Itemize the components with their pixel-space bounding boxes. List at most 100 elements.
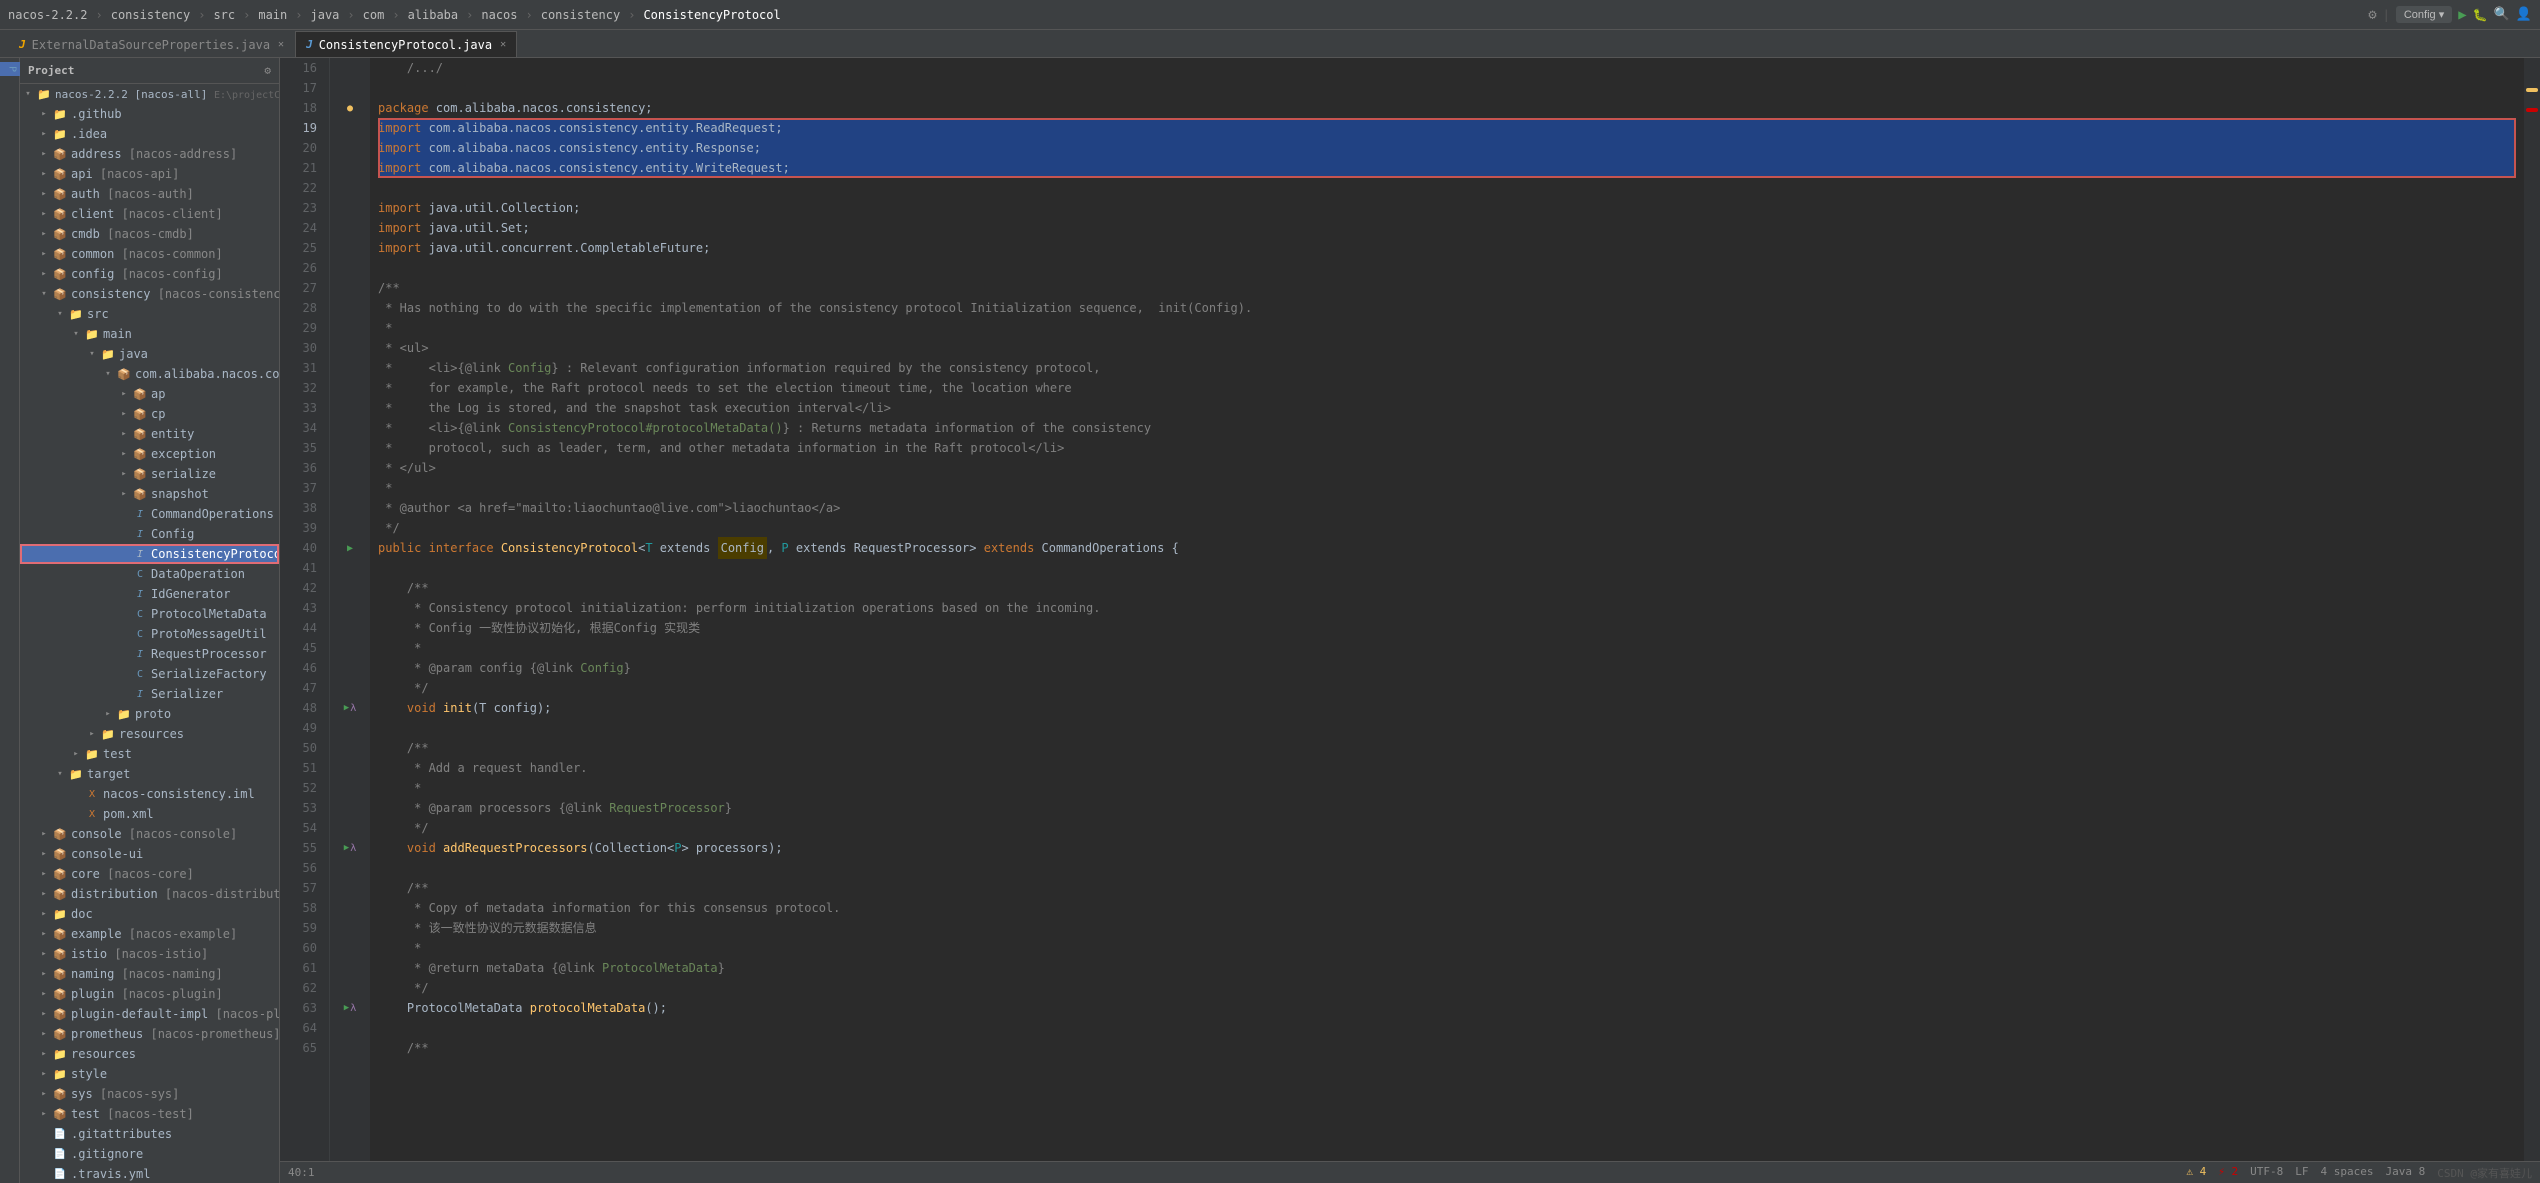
tree-item-target[interactable]: ▾ 📁 target — [20, 764, 279, 784]
tree-item-distribution[interactable]: ▸ 📦 distribution [nacos-distribution] — [20, 884, 279, 904]
tree-arrow-address: ▸ — [36, 146, 52, 162]
file-icon-gitattributes: 📄 — [52, 1126, 68, 1142]
tree-item-idgenerator[interactable]: ▸ I IdGenerator — [20, 584, 279, 604]
tree-arrow-consistency: ▾ — [36, 286, 52, 302]
config-button[interactable]: Config ▾ — [2396, 6, 2452, 23]
tree-item-dataoperation[interactable]: ▸ C DataOperation — [20, 564, 279, 584]
tree-item-console-ui[interactable]: ▸ 📦 console-ui — [20, 844, 279, 864]
gutter-63[interactable]: ▶ λ — [330, 998, 370, 1018]
tree-label-src: src — [84, 307, 279, 321]
line-num-26: 26 — [280, 258, 321, 278]
tree-item-proto[interactable]: ▸ 📁 proto — [20, 704, 279, 724]
folder-icon-main: 📁 — [84, 326, 100, 342]
tree-item-snapshot[interactable]: ▸ 📦 snapshot — [20, 484, 279, 504]
line-num-65: 65 — [280, 1038, 321, 1058]
tree-item-prometheus[interactable]: ▸ 📦 prometheus [nacos-prometheus] — [20, 1024, 279, 1044]
tree-label-style: style — [68, 1067, 279, 1081]
gutter-55[interactable]: ▶ λ — [330, 838, 370, 858]
gutter-36 — [330, 458, 370, 478]
debug-icon[interactable]: 🐛 — [2473, 8, 2488, 22]
gutter-53 — [330, 798, 370, 818]
tree-item-resources-main[interactable]: ▸ 📁 resources — [20, 724, 279, 744]
tree-item-config-class[interactable]: ▸ I Config — [20, 524, 279, 544]
settings-icon[interactable]: ⚙ — [2368, 7, 2376, 23]
indent-label: 4 spaces — [2321, 1165, 2374, 1181]
gutter-40[interactable]: ▶ — [330, 538, 370, 558]
line-num-41: 41 — [280, 558, 321, 578]
tree-item-test[interactable]: ▸ 📁 test — [20, 744, 279, 764]
folder-icon-ap: 📦 — [132, 386, 148, 402]
xml-icon-iml: X — [84, 786, 100, 802]
tree-item-doc[interactable]: ▸ 📁 doc — [20, 904, 279, 924]
tree-item-package[interactable]: ▾ 📦 com.alibaba.nacos.consistency — [20, 364, 279, 384]
tree-item-client[interactable]: ▸ 📦 client [nacos-client] — [20, 204, 279, 224]
user-icon[interactable]: 👤 — [2516, 7, 2532, 22]
panel-gear-icon[interactable]: ⚙ — [264, 64, 271, 77]
tree-item-exception[interactable]: ▸ 📦 exception — [20, 444, 279, 464]
tree-item-consistency-protocol[interactable]: ▸ I ConsistencyProtocol — [20, 544, 279, 564]
tree-item-api[interactable]: ▸ 📦 api [nacos-api] — [20, 164, 279, 184]
tree-item-travis[interactable]: ▸ 📄 .travis.yml — [20, 1164, 279, 1183]
tree-item-root[interactable]: ▾ 📁 nacos-2.2.2 [nacos-all] E:\projectCo… — [20, 84, 279, 104]
tree-item-iml[interactable]: ▸ X nacos-consistency.iml — [20, 784, 279, 804]
tree-item-sys[interactable]: ▸ 📦 sys [nacos-sys] — [20, 1084, 279, 1104]
code-content[interactable]: /.../ package com.alibaba.nacos.consiste… — [370, 58, 2524, 1161]
tree-item-protomessageutil[interactable]: ▸ C ProtoMessageUtil — [20, 624, 279, 644]
tab-close-active-icon[interactable]: ✕ — [500, 39, 506, 50]
tab-consistency-protocol[interactable]: J ConsistencyProtocol.java ✕ — [295, 31, 517, 57]
gutter-48[interactable]: ▶ λ — [330, 698, 370, 718]
tree-item-plugin[interactable]: ▸ 📦 plugin [nacos-plugin] — [20, 984, 279, 1004]
sidebar-project-icon[interactable]: P — [0, 62, 20, 76]
tree-item-config[interactable]: ▸ 📦 config [nacos-config] — [20, 264, 279, 284]
tree-item-github[interactable]: ▸ 📁 .github — [20, 104, 279, 124]
tree-item-example[interactable]: ▸ 📦 example [nacos-example] — [20, 924, 279, 944]
java-file-icon: J — [19, 38, 26, 51]
tab-close-icon[interactable]: ✕ — [278, 39, 284, 50]
tree-item-gitattributes[interactable]: ▸ 📄 .gitattributes — [20, 1124, 279, 1144]
tree-item-gitignore[interactable]: ▸ 📄 .gitignore — [20, 1144, 279, 1164]
tree-item-commandops[interactable]: ▸ I CommandOperations — [20, 504, 279, 524]
tree-arrow-entity: ▸ — [116, 426, 132, 442]
line-num-20: 20 — [280, 138, 321, 158]
tree-item-pom[interactable]: ▸ X pom.xml — [20, 804, 279, 824]
tree-item-cmdb[interactable]: ▸ 📦 cmdb [nacos-cmdb] — [20, 224, 279, 244]
run-icon[interactable]: ▶ — [2458, 7, 2466, 23]
gutter-24 — [330, 218, 370, 238]
tree-item-main[interactable]: ▾ 📁 main — [20, 324, 279, 344]
tree-item-requestprocessor[interactable]: ▸ I RequestProcessor — [20, 644, 279, 664]
tree-item-protocolmetadata[interactable]: ▸ C ProtocolMetaData — [20, 604, 279, 624]
code-editor[interactable]: 16 17 18 19 20 21 22 23 24 25 26 27 28 2… — [280, 58, 2540, 1161]
tree-item-test-module[interactable]: ▸ 📦 test [nacos-test] — [20, 1104, 279, 1124]
tab-external-datasource[interactable]: J ExternalDataSourceProperties.java ✕ — [8, 31, 295, 57]
gutter-area: ● — [330, 58, 370, 1161]
main-layout: P Project ⚙ ▾ 📁 nacos-2.2.2 [nacos-all] … — [0, 58, 2540, 1183]
tree-item-plugin-default[interactable]: ▸ 📦 plugin-default-impl [nacos-plugin-de… — [20, 1004, 279, 1024]
line-num-28: 28 — [280, 298, 321, 318]
tree-item-istio[interactable]: ▸ 📦 istio [nacos-istio] — [20, 944, 279, 964]
tree-item-cp[interactable]: ▸ 📦 cp — [20, 404, 279, 424]
code-line-51: * Add a request handler. — [378, 758, 2516, 778]
tree-item-style[interactable]: ▸ 📁 style — [20, 1064, 279, 1084]
tree-container[interactable]: ▾ 📁 nacos-2.2.2 [nacos-all] E:\projectCo… — [20, 84, 279, 1183]
tree-item-auth[interactable]: ▸ 📦 auth [nacos-auth] — [20, 184, 279, 204]
tree-item-common[interactable]: ▸ 📦 common [nacos-common] — [20, 244, 279, 264]
tree-item-serializefactory[interactable]: ▸ C SerializeFactory — [20, 664, 279, 684]
tree-item-core[interactable]: ▸ 📦 core [nacos-core] — [20, 864, 279, 884]
tree-item-ap[interactable]: ▸ 📦 ap — [20, 384, 279, 404]
tree-item-naming[interactable]: ▸ 📦 naming [nacos-naming] — [20, 964, 279, 984]
tree-item-java[interactable]: ▾ 📁 java — [20, 344, 279, 364]
code-line-42: /** — [378, 578, 2516, 598]
tree-item-idea[interactable]: ▸ 📁 .idea — [20, 124, 279, 144]
tree-item-consistency[interactable]: ▾ 📦 consistency [nacos-consistency] — [20, 284, 279, 304]
tree-item-console[interactable]: ▸ 📦 console [nacos-console] — [20, 824, 279, 844]
search-icon[interactable]: 🔍 — [2494, 7, 2510, 22]
breadcrumb-nacos: nacos — [481, 8, 517, 22]
tree-arrow-test-module: ▸ — [36, 1106, 52, 1122]
tree-item-serializer[interactable]: ▸ I Serializer — [20, 684, 279, 704]
tree-item-entity[interactable]: ▸ 📦 entity — [20, 424, 279, 444]
gutter-51 — [330, 758, 370, 778]
tree-item-serialize[interactable]: ▸ 📦 serialize — [20, 464, 279, 484]
tree-item-src[interactable]: ▾ 📁 src — [20, 304, 279, 324]
tree-item-resources[interactable]: ▸ 📁 resources — [20, 1044, 279, 1064]
tree-item-address[interactable]: ▸ 📦 address [nacos-address] — [20, 144, 279, 164]
